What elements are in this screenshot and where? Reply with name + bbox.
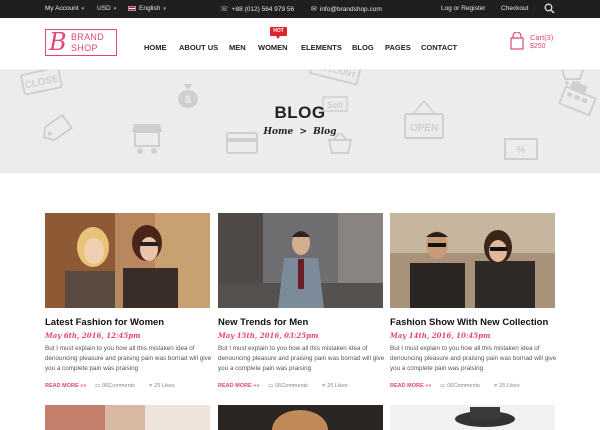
shopping-cart-icon — [555, 70, 585, 91]
comment-icon: ▭ — [95, 383, 101, 389]
nav-elements[interactable]: ELEMENTS — [301, 43, 342, 52]
nav-home[interactable]: HOME — [144, 43, 167, 52]
post-title[interactable]: Latest Fashion for Women — [45, 317, 215, 328]
post-excerpt: But I must explain to you how all this m… — [390, 345, 557, 372]
read-more-link[interactable]: READ MORE »» — [45, 383, 86, 389]
search-button[interactable] — [544, 3, 555, 14]
heart-icon: ♥ — [149, 383, 153, 389]
page-title: BLOG — [274, 103, 326, 122]
search-icon — [544, 3, 555, 14]
currency-label: USD — [97, 5, 111, 12]
language-label: English — [139, 5, 161, 12]
chevron-down-icon: ▾ — [163, 5, 166, 12]
comments-count[interactable]: ▭ 06Comments — [268, 383, 308, 389]
hot-badge: HOT — [270, 27, 287, 39]
comments-label: 06Comments — [275, 383, 308, 389]
phone-contact: ☏ +88 (012) 564 979 56 — [220, 5, 295, 14]
post-image[interactable] — [45, 405, 210, 430]
voucher-icon: % — [504, 138, 538, 165]
post-date: May 6th, 2016, 12:45pm — [45, 331, 141, 340]
nav-pages[interactable]: PAGES — [385, 43, 411, 52]
site-header: B BRAND SHOP HOME ABOUT US MEN WOMEN ELE… — [0, 18, 600, 70]
comments-label: 06Comments — [102, 383, 135, 389]
nav-blog[interactable]: BLOG — [352, 43, 374, 52]
post-title[interactable]: Fashion Show With New Collection — [390, 317, 560, 328]
comments-label: 06Comments — [447, 383, 480, 389]
login-register-link[interactable]: Log or Register — [441, 5, 485, 12]
blog-post-card: Latest Fashion for Women May 6th, 2016, … — [45, 213, 212, 403]
post-image[interactable] — [390, 405, 555, 430]
post-excerpt: But I must explain to you how all this m… — [45, 345, 212, 372]
chevron-down-icon: ▾ — [81, 5, 85, 12]
chevron-down-icon: ▾ — [113, 5, 117, 12]
nav-about-us[interactable]: ABOUT US — [179, 43, 218, 52]
blog-post-card: Fashion Show With New Collection May 14t… — [390, 213, 557, 403]
logo-line-2: SHOP — [71, 43, 98, 53]
checkout-link[interactable]: Checkout — [501, 5, 528, 12]
likes-label: 25 Likes — [499, 383, 520, 389]
comment-icon: ▭ — [440, 383, 446, 389]
comments-count[interactable]: ▭ 06Comments — [440, 383, 480, 389]
post-date: May 15th, 2016, 03:25pm — [218, 331, 319, 340]
cart-label[interactable]: Cart(3) — [530, 33, 553, 42]
read-more-link[interactable]: READ MORE »» — [218, 383, 259, 389]
likes-label: 25 Likes — [154, 383, 175, 389]
language-dropdown[interactable]: English ▾ — [128, 5, 166, 12]
heart-icon: ♥ — [322, 383, 326, 389]
likes-count[interactable]: ♥ 25 Likes — [494, 383, 520, 389]
svg-text:%: % — [517, 145, 526, 156]
post-title[interactable]: New Trends for Men — [218, 317, 388, 328]
comments-count[interactable]: ▭ 06Comments — [95, 383, 135, 389]
discount-sign-icon: DISCOUNT — [307, 70, 363, 91]
heart-icon: ♥ — [494, 383, 498, 389]
my-account-dropdown[interactable]: My Account ▾ — [45, 5, 84, 12]
login-register-label: Log or Register — [441, 5, 486, 12]
likes-count[interactable]: ♥ 25 Likes — [149, 383, 175, 389]
breadcrumb-current: Blog — [313, 127, 337, 137]
post-image[interactable] — [45, 213, 210, 308]
breadcrumb: Home > Blog — [0, 127, 600, 137]
post-image[interactable] — [218, 213, 383, 308]
nav-men[interactable]: MEN — [229, 43, 246, 52]
post-image[interactable] — [390, 213, 555, 308]
my-account-label: My Account — [45, 5, 79, 12]
nav-contact[interactable]: CONTACT — [421, 43, 457, 52]
post-excerpt: But I must explain to you how all this m… — [218, 345, 385, 372]
phone-number: +88 (012) 564 979 56 — [231, 5, 295, 13]
post-date: May 14th, 2016, 10:45pm — [390, 331, 491, 340]
brand-logo[interactable]: B BRAND SHOP — [45, 28, 117, 56]
top-bar: My Account ▾ USD ▾ English ▾ ☏ +88 (012)… — [0, 0, 600, 18]
page-banner: CLOSE $ Sell DISCOUNT OPEN % BLOG Home >… — [0, 70, 600, 173]
post-image[interactable] — [218, 405, 383, 430]
breadcrumb-separator: > — [299, 127, 307, 137]
checkout-label: Checkout — [501, 5, 529, 12]
read-more-link[interactable]: READ MORE »» — [390, 383, 431, 389]
close-sign-icon: CLOSE — [20, 70, 65, 101]
comment-icon: ▭ — [268, 383, 274, 389]
cart-total: $250 — [530, 43, 546, 50]
uk-flag-icon — [128, 6, 136, 11]
email-contact[interactable]: ✉ info@brandshop.com — [311, 5, 382, 14]
logo-letter: B — [49, 28, 67, 56]
nav-women[interactable]: WOMEN — [258, 43, 288, 52]
currency-dropdown[interactable]: USD ▾ — [97, 5, 116, 12]
logo-line-1: BRAND — [71, 32, 105, 42]
breadcrumb-home[interactable]: Home — [264, 127, 294, 137]
envelope-icon: ✉ — [311, 6, 317, 13]
email-address: info@brandshop.com — [319, 5, 382, 13]
phone-icon: ☏ — [220, 6, 229, 13]
blog-post-card: New Trends for Men May 15th, 2016, 03:25… — [218, 213, 385, 403]
likes-count[interactable]: ♥ 25 Likes — [322, 383, 348, 389]
shopping-bag-icon[interactable] — [510, 32, 524, 50]
likes-label: 25 Likes — [327, 383, 348, 389]
